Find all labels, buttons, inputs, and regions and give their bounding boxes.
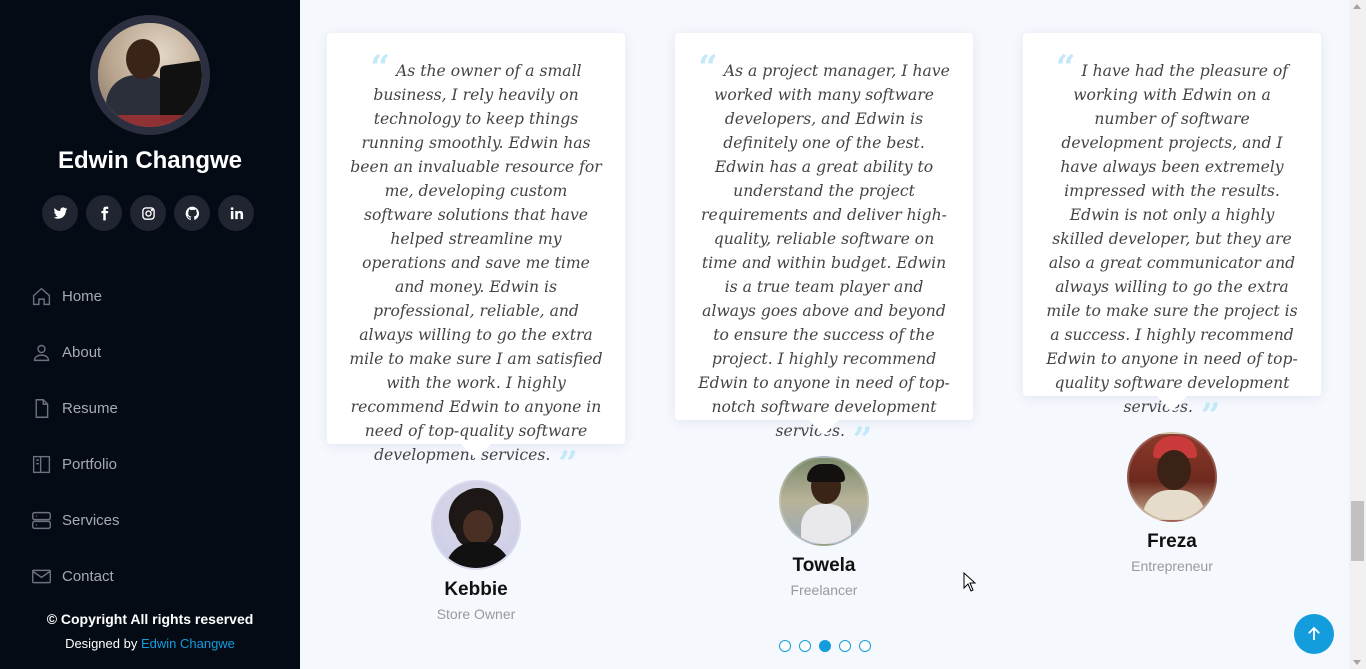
twitter-link[interactable] [42, 195, 78, 231]
main-nav: Home About Resume Portfolio Services Con… [30, 268, 120, 604]
testimonial-role: Freelancer [790, 582, 858, 598]
nav-label: Services [62, 511, 120, 529]
github-link[interactable] [174, 195, 210, 231]
designer-link[interactable]: Edwin Changwe [141, 636, 235, 651]
carousel-dot-2[interactable] [799, 640, 811, 652]
quote-open-icon: “ [370, 48, 390, 88]
carousel-dot-1[interactable] [779, 640, 791, 652]
profile-name: Edwin Changwe [57, 147, 242, 174]
quote-close-icon: ” [558, 444, 578, 484]
nav-item-contact[interactable]: Contact [30, 548, 120, 604]
testimonial-card: “As the owner of a small business, I rel… [327, 33, 625, 481]
person-icon [30, 341, 52, 363]
nav-label: Home [62, 287, 103, 305]
social-links [42, 195, 254, 231]
testimonial-name: Freza [1147, 531, 1197, 552]
testimonial-text: As the owner of a small business, I rely… [349, 62, 603, 464]
facebook-icon [100, 206, 108, 220]
server-icon [30, 509, 52, 531]
carousel-dot-5[interactable] [859, 640, 871, 652]
testimonial-name: Towela [792, 555, 856, 576]
testimonial-text: I have had the pleasure of working with … [1046, 62, 1298, 416]
testimonial-photo [779, 456, 869, 546]
credits-prefix: Designed by [65, 636, 138, 651]
nav-item-about[interactable]: About [30, 324, 120, 380]
facebook-link[interactable] [86, 195, 122, 231]
sidebar: Edwin Changwe Home About Resume Portfoli… [0, 0, 300, 669]
quote-open-icon: “ [698, 48, 718, 88]
quote-close-icon: ” [852, 420, 873, 460]
carousel-pagination [779, 640, 871, 652]
instagram-link[interactable] [130, 195, 166, 231]
mouse-cursor-icon [963, 572, 977, 592]
nav-label: Portfolio [62, 455, 118, 473]
nav-label: About [62, 343, 102, 361]
carousel-dot-4[interactable] [839, 640, 851, 652]
credits: Designed by Edwin Changwe [0, 636, 300, 651]
envelope-icon [30, 565, 52, 587]
twitter-icon [53, 206, 67, 219]
nav-item-resume[interactable]: Resume [30, 380, 120, 436]
nav-item-portfolio[interactable]: Portfolio [30, 436, 120, 492]
scrollbar-thumb[interactable] [1351, 501, 1364, 561]
home-icon [30, 285, 52, 307]
github-icon [185, 206, 199, 220]
quote-open-icon: “ [1055, 48, 1076, 88]
nav-item-services[interactable]: Services [30, 492, 120, 548]
testimonial-card: “As a project manager, I have worked wit… [675, 33, 973, 457]
testimonial-photo [431, 480, 521, 570]
linkedin-link[interactable] [218, 195, 254, 231]
quote-close-icon: ” [1200, 396, 1221, 436]
nav-item-home[interactable]: Home [30, 268, 120, 324]
testimonial-photo [1127, 432, 1217, 522]
file-icon [30, 397, 52, 419]
copyright: © Copyright All rights reserved [46, 611, 254, 627]
instagram-icon [141, 206, 155, 220]
profile-avatar [90, 15, 210, 135]
testimonial-role: Store Owner [436, 606, 516, 622]
scroll-down-icon[interactable] [1353, 660, 1361, 665]
arrow-up-icon [1308, 626, 1320, 640]
nav-label: Resume [62, 399, 118, 417]
linkedin-icon [230, 206, 243, 219]
nav-label: Contact [62, 567, 114, 585]
page-scrollbar[interactable] [1349, 0, 1366, 669]
testimonial-text: As a project manager, I have worked with… [698, 62, 950, 440]
back-to-top-button[interactable] [1294, 614, 1334, 654]
book-icon [30, 453, 52, 475]
testimonial-name: Kebbie [444, 579, 508, 600]
testimonial-card: “I have had the pleasure of working with… [1023, 33, 1321, 433]
carousel-dot-3[interactable] [819, 640, 831, 652]
scroll-up-icon[interactable] [1353, 4, 1361, 9]
testimonial-role: Entrepreneur [1131, 558, 1213, 574]
